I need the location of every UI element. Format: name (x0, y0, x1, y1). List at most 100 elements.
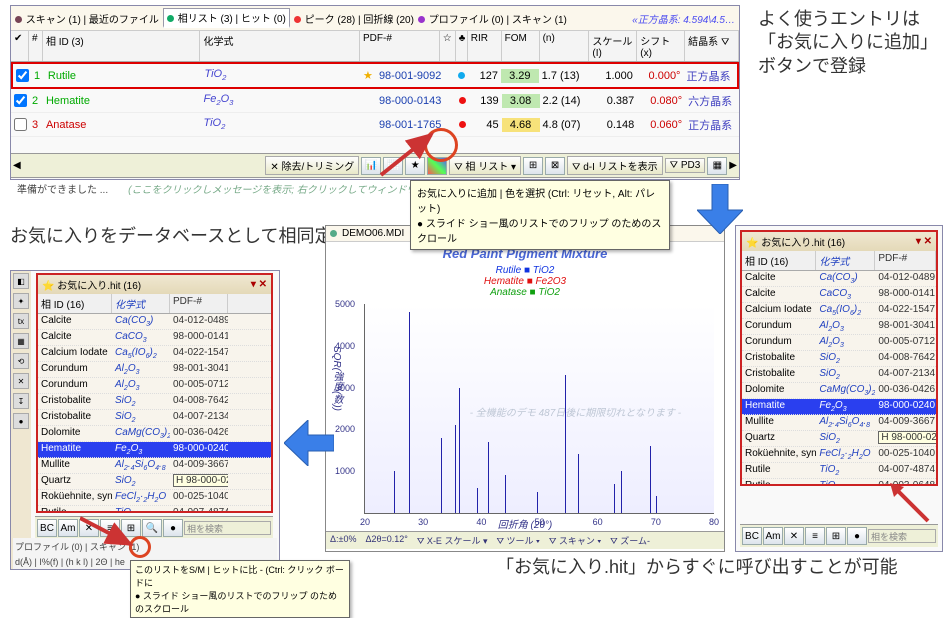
favorite-row[interactable]: CorundumAl2O398-001-3041 (38, 362, 271, 378)
search-icon[interactable]: 🔍 (142, 519, 162, 537)
column-header[interactable]: 化学式 (200, 31, 360, 61)
phase-row[interactable]: 2HematiteFe2O398-000-01431393.082.2 (14)… (11, 89, 739, 113)
sidebar-icon[interactable]: ↧ (13, 393, 29, 409)
toolbar-icon-b[interactable]: ⊠ (545, 157, 565, 175)
mini-icon[interactable]: BC (742, 527, 762, 545)
diffraction-peak (394, 471, 395, 513)
favorite-row[interactable]: CorundumAl2O300-005-0712 (742, 335, 936, 351)
flow-arrow-down (697, 184, 743, 234)
favorite-row[interactable]: Roküehnite, synFeCl2·2H2O00-025-1040 (742, 447, 936, 463)
remove-trim-button[interactable]: ✕ 除去/トリミング (265, 156, 359, 175)
favorite-row[interactable]: CalciteCa(CO3)04-012-0489 (38, 314, 271, 330)
mini-icon[interactable]: ● (847, 527, 867, 545)
favorite-row[interactable]: DolomiteCaMg(CO3)200-036-0426 (742, 383, 936, 399)
favorite-row[interactable]: HematiteFe2O398-000-0240 (742, 399, 936, 415)
column-header[interactable]: RIR (468, 31, 502, 61)
mini-icon[interactable]: ● (163, 519, 183, 537)
mini-icon[interactable]: BC (37, 519, 57, 537)
arrow-to-search (80, 516, 140, 556)
chart-status-item[interactable]: ⛛ X-E スケール ▾ (417, 534, 488, 547)
mini-icon[interactable]: ⊞ (826, 527, 846, 545)
sidebar-icon[interactable]: ✕ (13, 373, 29, 389)
phase-table-body: 1RutileTiO2★98-001-90921273.291.7 (13)1.… (11, 62, 739, 137)
right-mini-toolbar: BC Am ✕ ≡ ⊞ ● 相を検索 (740, 524, 938, 547)
phase-row[interactable]: 1RutileTiO2★98-001-90921273.291.7 (13)1.… (11, 62, 739, 89)
phase-list-dropdown[interactable]: ⛛ 相 リスト ▾ (449, 156, 521, 175)
column-header[interactable]: ♣ (456, 31, 468, 61)
column-header[interactable]: シフト(x) (637, 31, 685, 61)
favorite-row[interactable]: RutileTiO204-007-4874 (742, 463, 936, 479)
chart-window-name: DEMO06.MDI (342, 228, 404, 239)
column-header[interactable]: 相 ID (3) (43, 31, 201, 61)
favorite-row[interactable]: QuartzSiO2H 98-000-0240 Fe2O3 (38, 474, 271, 490)
favorite-row[interactable]: MulliteAl2.4Si6O4.804-009-3667 (38, 458, 271, 474)
pd3-button[interactable]: ⛛ PD3 (665, 158, 706, 173)
column-header[interactable]: FOM (502, 31, 540, 61)
chart-status-item[interactable]: ⛛ ズーム- (610, 534, 650, 547)
toolbar-icon-c[interactable]: ▦ (707, 157, 727, 175)
toolbar-icon-a[interactable]: ⊞ (523, 157, 543, 175)
close-icon[interactable]: ▾ ✕ (916, 236, 932, 247)
favorite-row[interactable]: CristobaliteSiO204-008-7642 (742, 351, 936, 367)
favorite-row[interactable]: CalciteCaCO398-000-0141 (38, 330, 271, 346)
favorite-row[interactable]: Calcium IodateCa5(IO6)204-022-1547 (38, 346, 271, 362)
diffraction-peak (614, 484, 615, 513)
mini-icon[interactable]: Am (58, 519, 78, 537)
close-icon[interactable]: ▾ ✕ (251, 279, 267, 290)
favorite-row[interactable]: MulliteAl2.4Si6O4.804-009-3667 (742, 415, 936, 431)
phase-search-input[interactable]: 相を検索 (868, 529, 936, 543)
annotation-bottom: 「お気に入り.hit」からすぐに呼び出すことが可能 (496, 556, 898, 579)
favorite-row[interactable]: RutileTiO204-007-4874 (38, 506, 271, 513)
favorite-row[interactable]: CorundumAl2O300-005-0712 (38, 378, 271, 394)
favorite-row[interactable]: CorundumAl2O398-001-3041 (742, 319, 936, 335)
favorite-row[interactable]: HematiteFe2O398-000-0240 (38, 442, 271, 458)
favorite-row[interactable]: CalciteCa(CO3)04-012-0489 (742, 271, 936, 287)
column-header[interactable]: PDF-# (360, 31, 440, 61)
tab[interactable]: プロファイル (0) | スキャン (1) (418, 11, 567, 26)
tab[interactable]: スキャン (1) | 最近のファイル (15, 11, 159, 26)
diffraction-peak (565, 375, 566, 513)
column-header[interactable]: ☆ (440, 31, 456, 61)
favorite-row[interactable]: CristobaliteSiO204-007-2134 (742, 367, 936, 383)
column-header[interactable]: 結晶系 ⛛ (685, 31, 739, 61)
chart-status-item[interactable]: ⛛ ツール ▾ (496, 534, 539, 547)
diffraction-peak (650, 446, 651, 513)
chart-plot-area[interactable]: - 全機能のデモ 487日後に期限切れとなります - 2030405060708… (364, 304, 714, 514)
column-header[interactable]: (n) (540, 31, 590, 61)
chart-status-item[interactable]: ⛛ スキャン ▾ (549, 534, 601, 547)
mini-icon[interactable]: ✕ (784, 527, 804, 545)
phase-row[interactable]: 3AnataseTiO298-001-1765454.684.8 (07)0.1… (11, 113, 739, 137)
phase-search-input[interactable]: 相を検索 (184, 521, 271, 535)
sidebar-icon[interactable]: ● (13, 413, 29, 429)
row-checkbox[interactable] (14, 94, 27, 107)
chart-status-item[interactable]: Δ2θ=0.12° (365, 534, 407, 547)
column-header[interactable]: スケール(I) (589, 31, 637, 61)
sidebar-icon[interactable]: tx (13, 313, 29, 329)
mini-icon[interactable]: ≡ (805, 527, 825, 545)
legend-item: Anatase ■ TiO2 (326, 287, 724, 298)
di-list-button[interactable]: ⛛ d-I リストを表示 (567, 156, 663, 175)
favorite-row[interactable]: Roküehnite, synFeCl2·2H2O00-025-1040 (38, 490, 271, 506)
sidebar-icon[interactable]: ✦ (13, 293, 29, 309)
chart-status-item[interactable]: Δ:±0% (330, 534, 356, 547)
column-header[interactable]: # (29, 31, 43, 61)
sidebar-icon[interactable]: ▦ (13, 333, 29, 349)
phase-toolbar: ◀ ✕ 除去/トリミング 📊 📈 ★ ⛛ 相 リスト ▾ ⊞ ⊠ ⛛ d-I リ… (11, 153, 739, 178)
row-checkbox[interactable] (14, 118, 27, 131)
sidebar-icon[interactable]: ⟲ (13, 353, 29, 369)
column-header[interactable]: ✔ (11, 31, 29, 61)
favorite-row[interactable]: CalciteCaCO398-000-0141 (742, 287, 936, 303)
row-checkbox[interactable] (16, 69, 29, 82)
chart-legend: Rutile ■ TiO2Hematite ■ Fe2O3Anatase ■ T… (326, 265, 724, 298)
arrow-in-right-panel (890, 483, 930, 523)
favorite-row[interactable]: CristobaliteSiO204-008-7642 (38, 394, 271, 410)
phase-list-panel: スキャン (1) | 最近のファイル 相リスト (3) | ヒット (0) ピー… (10, 5, 740, 180)
tab[interactable]: 相リスト (3) | ヒット (0) (163, 8, 290, 28)
favorite-row[interactable]: QuartzSiO2H 98-000-0240 Fe2O3 (742, 431, 936, 447)
mini-icon[interactable]: Am (763, 527, 783, 545)
favorite-row[interactable]: CristobaliteSiO204-007-2134 (38, 410, 271, 426)
sidebar-icon[interactable]: ◧ (13, 273, 29, 289)
tab[interactable]: ピーク (28) | 回折線 (20) (294, 11, 414, 26)
favorite-row[interactable]: DolomiteCaMg(CO3)200-036-0426 (38, 426, 271, 442)
favorite-row[interactable]: Calcium IodateCa5(IO6)204-022-1547 (742, 303, 936, 319)
